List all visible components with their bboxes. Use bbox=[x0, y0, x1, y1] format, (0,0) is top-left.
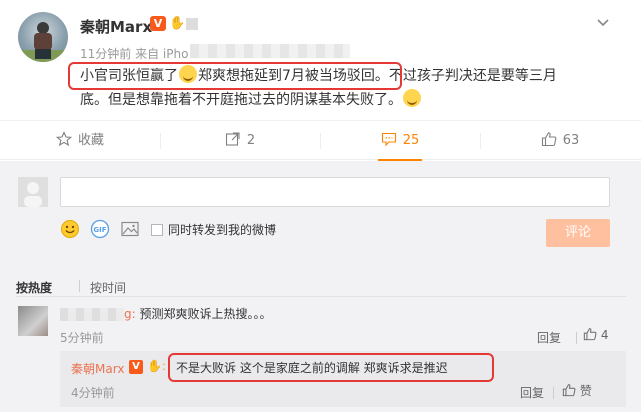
gif-label: GIF bbox=[93, 226, 106, 234]
action-bar: 收藏 2 25 63 bbox=[0, 120, 641, 161]
comment-like-count: 4 bbox=[600, 328, 609, 342]
reply-like-button[interactable]: 赞 bbox=[562, 382, 592, 399]
reply-like-label: 赞 bbox=[579, 384, 592, 398]
sort-tabs-underline bbox=[16, 296, 626, 297]
vip-badge[interactable]: V bbox=[150, 16, 166, 31]
post-text-line-2: 底。但是想靠拖着不开庭拖过去的阴谋基本失败了。 bbox=[80, 92, 402, 108]
highlight-annotation-reply bbox=[168, 353, 494, 382]
comment-like-button[interactable]: 4 bbox=[583, 327, 608, 342]
favorite-label: 收藏 bbox=[77, 133, 104, 148]
submit-comment-button[interactable]: 评论 bbox=[546, 219, 610, 247]
author-name[interactable]: 秦朝Marx bbox=[80, 16, 152, 37]
tab-divider bbox=[79, 280, 80, 292]
like-button[interactable]: 63 bbox=[480, 121, 640, 161]
post-card: 秦朝Marx V ✋ 11分钟前 来自 iPho 小官司张恒赢了 郑爽想拖延到7月… bbox=[0, 0, 641, 120]
comment-action-divider bbox=[576, 332, 577, 344]
star-icon bbox=[55, 131, 73, 147]
comment-icon bbox=[381, 132, 396, 147]
post-text-part-c: 不过孩子判决还是要等三月 bbox=[388, 68, 557, 84]
post-content-line-2: 底。但是想靠拖着不开庭拖过去的阴谋基本失败了。 bbox=[80, 88, 620, 112]
commenter-name-suffix[interactable]: g: bbox=[124, 307, 136, 321]
thumbs-up-icon bbox=[583, 328, 597, 341]
author-avatar[interactable] bbox=[18, 12, 68, 62]
like-count: 63 bbox=[562, 133, 580, 148]
comment-time: 5分钟前 bbox=[60, 331, 104, 345]
default-avatar-icon bbox=[18, 177, 48, 207]
reply-fan-hand-icon[interactable]: ✋: bbox=[147, 359, 166, 373]
repost-checkbox[interactable] bbox=[151, 224, 163, 236]
laugh-emoji-icon bbox=[403, 89, 421, 107]
comment-reply-button[interactable]: 回复 bbox=[537, 329, 561, 346]
current-user-avatar bbox=[18, 177, 48, 207]
blurred-source bbox=[190, 44, 350, 58]
blurred-commenter-name[interactable] bbox=[60, 308, 124, 321]
blurred-badge bbox=[186, 18, 198, 30]
highlight-annotation-post bbox=[68, 62, 402, 90]
comment-button[interactable]: 25 bbox=[320, 121, 480, 161]
reply-action-divider bbox=[553, 387, 554, 399]
comment-count: 25 bbox=[402, 133, 420, 148]
reply-thread: 秦朝Marx V ✋: 不是大败诉 这个是家庭之前的调解 郑爽诉求是推迟 4分钟… bbox=[60, 351, 626, 407]
thumbs-up-icon bbox=[562, 384, 576, 397]
comment-body: 预测郑爽败诉上热搜。。。 bbox=[139, 307, 272, 321]
comment-area: GIF 同时转发到我的微博 评论 按热度 按时间 g: 预测郑爽败诉上热搜。。。… bbox=[0, 161, 641, 412]
tab-sort-time[interactable]: 按时间 bbox=[90, 279, 126, 296]
emoji-picker-icon[interactable] bbox=[60, 219, 80, 239]
commenter-avatar[interactable] bbox=[18, 306, 48, 336]
avatar-legs bbox=[35, 49, 51, 59]
favorite-button[interactable]: 收藏 bbox=[0, 121, 160, 161]
reply-vip-badge[interactable]: V bbox=[129, 360, 143, 374]
reply-author-name[interactable]: 秦朝Marx bbox=[71, 360, 124, 377]
comment-input[interactable] bbox=[60, 177, 610, 207]
repost-count: 2 bbox=[246, 133, 256, 148]
reply-time: 4分钟前 bbox=[71, 386, 115, 400]
gif-picker-icon[interactable]: GIF bbox=[90, 219, 110, 239]
chevron-down-icon[interactable] bbox=[595, 14, 611, 30]
reply-reply-button[interactable]: 回复 bbox=[520, 384, 544, 401]
comment-text: g: 预测郑爽败诉上热搜。。。 bbox=[124, 305, 272, 322]
tab-sort-hot[interactable]: 按热度 bbox=[16, 279, 52, 296]
image-picker-icon[interactable] bbox=[120, 219, 140, 239]
repost-button[interactable]: 2 bbox=[160, 121, 320, 161]
avatar-body bbox=[34, 33, 52, 50]
post-time-source: 11分钟前 来自 iPho bbox=[80, 47, 189, 61]
thumbs-up-icon bbox=[541, 132, 557, 147]
repost-icon bbox=[225, 132, 240, 146]
fan-hand-icon[interactable]: ✋ bbox=[169, 15, 185, 32]
repost-checkbox-label[interactable]: 同时转发到我的微博 bbox=[168, 221, 276, 238]
